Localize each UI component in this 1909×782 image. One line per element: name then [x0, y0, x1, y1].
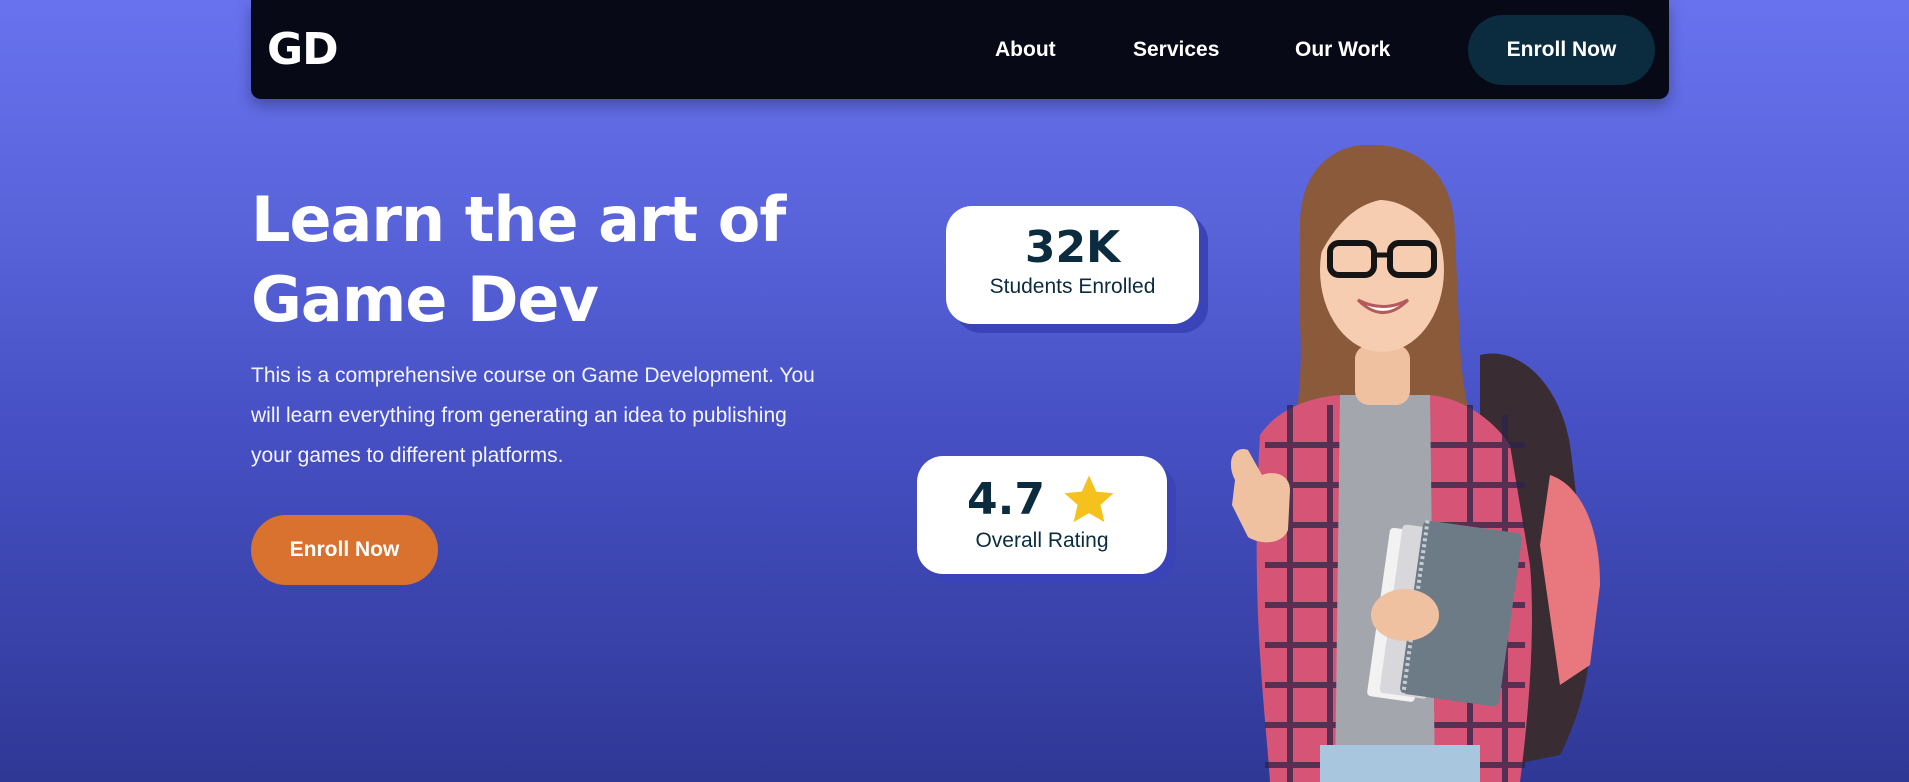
hero-title-line1: Learn the art of [251, 183, 786, 256]
overall-rating-card: 4.7 Overall Rating [917, 456, 1167, 574]
nav-enroll-button[interactable]: Enroll Now [1468, 15, 1655, 85]
student-photo [1230, 145, 1600, 782]
students-count: 32K [1024, 222, 1121, 273]
rating-row: 4.7 [917, 472, 1167, 528]
hero-title-line2: Game Dev [251, 263, 599, 336]
hero-title: Learn the art of Game Dev [251, 180, 851, 340]
site-logo[interactable]: GD [267, 22, 339, 78]
hero-enroll-button[interactable]: Enroll Now [251, 515, 438, 585]
rating-value: 4.7 [967, 474, 1045, 525]
top-navbar: GD About Services Our Work Enroll Now [251, 0, 1669, 99]
students-enrolled-card: 32K Students Enrolled [946, 206, 1199, 324]
nav-link-about[interactable]: About [995, 35, 1056, 65]
students-label: Students Enrolled [989, 275, 1156, 298]
hero-description: This is a comprehensive course on Game D… [251, 364, 815, 467]
star-icon [1064, 475, 1114, 523]
nav-link-services[interactable]: Services [1133, 35, 1219, 65]
rating-label: Overall Rating [975, 529, 1109, 552]
nav-link-our-work[interactable]: Our Work [1295, 35, 1390, 65]
